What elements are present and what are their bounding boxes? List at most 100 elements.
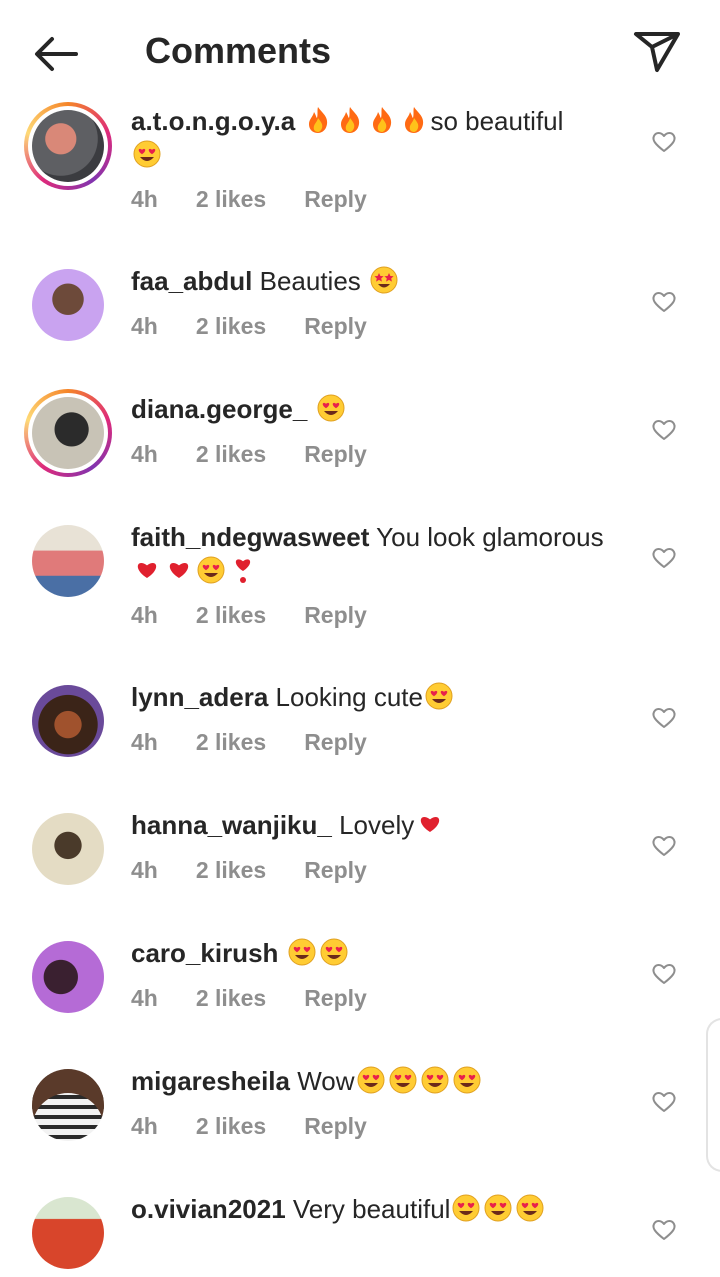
comment-likes[interactable]: 2 likes bbox=[196, 186, 266, 213]
heart-eyes-emoji-icon bbox=[515, 1193, 545, 1223]
reply-button[interactable]: Reply bbox=[304, 441, 367, 468]
comment-body: Very beautiful bbox=[292, 1194, 451, 1224]
avatar[interactable] bbox=[24, 102, 112, 190]
red-heart-emoji-icon bbox=[164, 555, 194, 585]
comment-text: hanna_wanjiku_ Lovely bbox=[131, 808, 611, 842]
comment-meta: 4h 2 likes Reply bbox=[131, 985, 367, 1012]
avatar[interactable] bbox=[24, 261, 112, 349]
comment-username[interactable]: lynn_adera bbox=[131, 682, 268, 712]
red-heart-emoji-icon bbox=[132, 555, 162, 585]
heart-eyes-emoji-icon bbox=[483, 1193, 513, 1223]
heart-eyes-emoji-icon bbox=[451, 1193, 481, 1223]
comment-text: faith_ndegwasweet You look glamorous bbox=[131, 520, 611, 588]
heart-eyes-emoji-icon bbox=[316, 393, 346, 423]
comment-likes[interactable]: 2 likes bbox=[196, 313, 266, 340]
comment-username[interactable]: o.vivian2021 bbox=[131, 1194, 286, 1224]
avatar[interactable] bbox=[24, 933, 112, 1021]
heart-eyes-emoji-icon bbox=[287, 937, 317, 967]
comment-text: caro_kirush bbox=[131, 936, 611, 970]
direct-share-icon[interactable] bbox=[630, 26, 684, 76]
reply-button[interactable]: Reply bbox=[304, 602, 367, 629]
comment-text: faa_abdul Beauties bbox=[131, 264, 611, 298]
reply-button[interactable]: Reply bbox=[304, 729, 367, 756]
comment-username[interactable]: a.t.o.n.g.o.y.a bbox=[131, 106, 295, 136]
heart-eyes-emoji-icon bbox=[132, 139, 162, 169]
like-heart-icon[interactable] bbox=[651, 130, 677, 154]
comment-meta: 4h 2 likes Reply bbox=[131, 857, 367, 884]
comment-meta: 4h 2 likes Reply bbox=[131, 1113, 367, 1140]
heart-exclamation-emoji-icon bbox=[228, 555, 258, 585]
comment-likes[interactable]: 2 likes bbox=[196, 1113, 266, 1140]
like-heart-icon[interactable] bbox=[651, 962, 677, 986]
comment-meta: 4h 2 likes Reply bbox=[131, 602, 367, 629]
comment-time: 4h bbox=[131, 985, 158, 1011]
comment-username[interactable]: faa_abdul bbox=[131, 266, 252, 296]
red-heart-emoji-icon bbox=[415, 809, 445, 839]
like-heart-icon[interactable] bbox=[651, 290, 677, 314]
comment-body: You look glamorous bbox=[376, 522, 604, 552]
reply-button[interactable]: Reply bbox=[304, 985, 367, 1012]
comment-time: 4h bbox=[131, 186, 158, 212]
comment-meta: 4h 2 likes Reply bbox=[131, 729, 367, 756]
avatar[interactable] bbox=[24, 1189, 112, 1277]
comment-time: 4h bbox=[131, 441, 158, 467]
comment-body: Wow bbox=[297, 1066, 355, 1096]
edge-panel-handle[interactable] bbox=[706, 1018, 720, 1172]
comment-meta: 4h 2 likes Reply bbox=[131, 441, 367, 468]
comment-username[interactable]: caro_kirush bbox=[131, 938, 278, 968]
fire-emoji-icon bbox=[335, 105, 365, 135]
comment-body: so beautiful bbox=[430, 106, 564, 136]
avatar[interactable] bbox=[24, 805, 112, 893]
comment-meta: 4h 2 likes Reply bbox=[131, 313, 367, 340]
comment-text: a.t.o.n.g.o.y.a so beautiful bbox=[131, 104, 611, 172]
top-bar: Comments bbox=[0, 0, 720, 100]
comment-username[interactable]: migaresheila bbox=[131, 1066, 290, 1096]
comment-time: 4h bbox=[131, 602, 158, 628]
like-heart-icon[interactable] bbox=[651, 1218, 677, 1242]
comment-time: 4h bbox=[131, 729, 158, 755]
comment-text: lynn_adera Looking cute bbox=[131, 680, 611, 714]
comment-body: Lovely bbox=[339, 810, 415, 840]
reply-button[interactable]: Reply bbox=[304, 857, 367, 884]
avatar[interactable] bbox=[24, 389, 112, 477]
fire-emoji-icon bbox=[399, 105, 429, 135]
heart-eyes-emoji-icon bbox=[388, 1065, 418, 1095]
like-heart-icon[interactable] bbox=[651, 834, 677, 858]
comment-likes[interactable]: 2 likes bbox=[196, 441, 266, 468]
like-heart-icon[interactable] bbox=[651, 418, 677, 442]
comment-text: o.vivian2021 Very beautiful bbox=[131, 1192, 611, 1226]
comment-username[interactable]: diana.george_ bbox=[131, 394, 307, 424]
heart-eyes-emoji-icon bbox=[196, 555, 226, 585]
comment-time: 4h bbox=[131, 1113, 158, 1139]
comment-meta: 4h 2 likes Reply bbox=[131, 186, 367, 213]
reply-button[interactable]: Reply bbox=[304, 186, 367, 213]
comment-text: migaresheila Wow bbox=[131, 1064, 611, 1098]
like-heart-icon[interactable] bbox=[651, 706, 677, 730]
comment-likes[interactable]: 2 likes bbox=[196, 985, 266, 1012]
comment-body: Beauties bbox=[259, 266, 361, 296]
like-heart-icon[interactable] bbox=[651, 546, 677, 570]
fire-emoji-icon bbox=[367, 105, 397, 135]
heart-eyes-emoji-icon bbox=[356, 1065, 386, 1095]
back-arrow-icon[interactable] bbox=[28, 28, 84, 80]
page-title: Comments bbox=[145, 30, 332, 71]
comment-likes[interactable]: 2 likes bbox=[196, 602, 266, 629]
comment-username[interactable]: hanna_wanjiku_ bbox=[131, 810, 332, 840]
comment-likes[interactable]: 2 likes bbox=[196, 857, 266, 884]
reply-button[interactable]: Reply bbox=[304, 313, 367, 340]
heart-eyes-emoji-icon bbox=[319, 937, 349, 967]
comment-likes[interactable]: 2 likes bbox=[196, 729, 266, 756]
like-heart-icon[interactable] bbox=[651, 1090, 677, 1114]
heart-eyes-emoji-icon bbox=[452, 1065, 482, 1095]
avatar[interactable] bbox=[24, 1061, 112, 1149]
heart-eyes-emoji-icon bbox=[420, 1065, 450, 1095]
reply-button[interactable]: Reply bbox=[304, 1113, 367, 1140]
avatar[interactable] bbox=[24, 677, 112, 765]
avatar[interactable] bbox=[24, 517, 112, 605]
fire-emoji-icon bbox=[303, 105, 333, 135]
comment-time: 4h bbox=[131, 857, 158, 883]
star-struck-emoji-icon bbox=[369, 265, 399, 295]
comment-username[interactable]: faith_ndegwasweet bbox=[131, 522, 369, 552]
comment-time: 4h bbox=[131, 313, 158, 339]
comment-body: Looking cute bbox=[275, 682, 423, 712]
